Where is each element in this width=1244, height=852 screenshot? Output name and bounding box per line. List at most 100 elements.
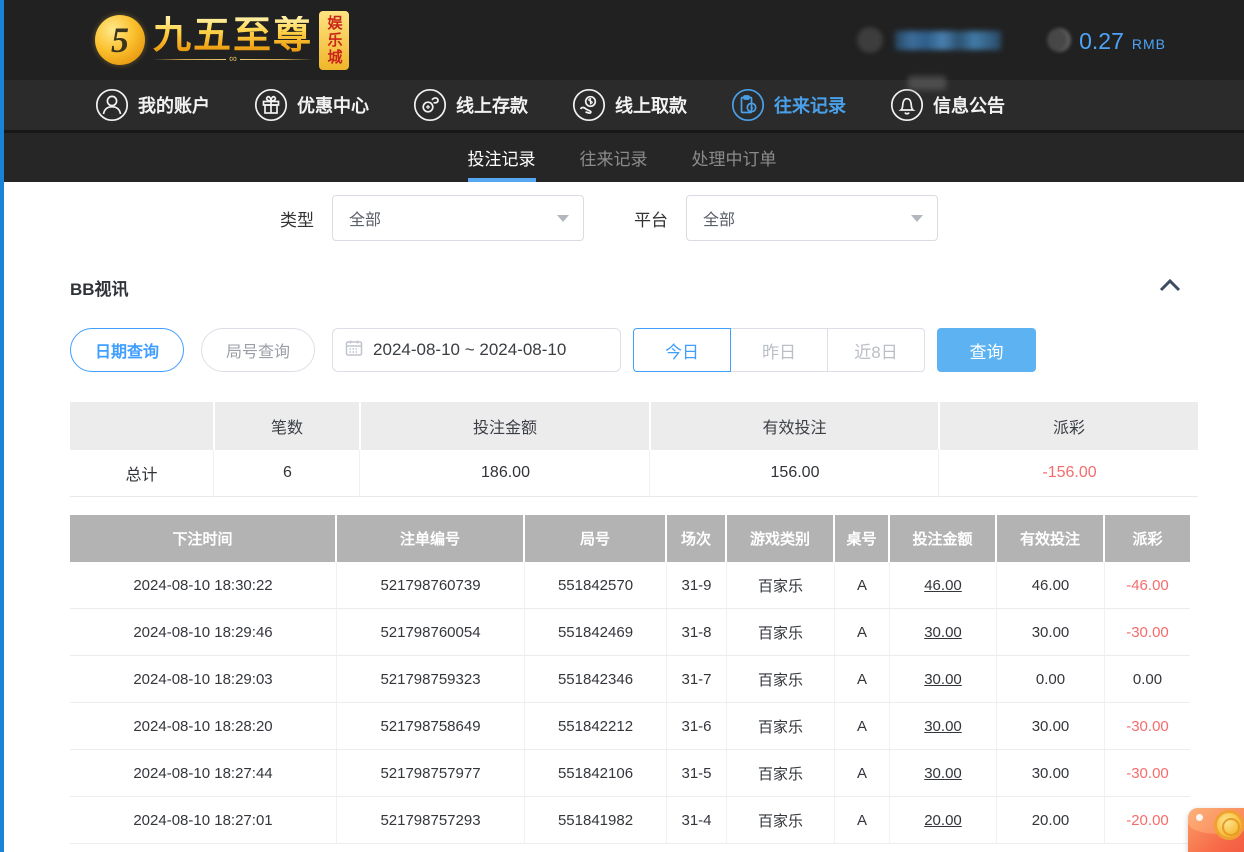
col-header-game-type: 游戏类别 — [727, 515, 835, 562]
avatar-icon — [857, 27, 883, 53]
date-range-input[interactable]: 2024-08-10 ~ 2024-08-10 — [332, 328, 621, 372]
cell-table-no: A — [835, 562, 890, 608]
tab-transaction-records[interactable]: 往来记录 — [580, 133, 648, 182]
summary-table: 笔数 投注金额 有效投注 派彩 总计 6 186.00 156.00 -156.… — [70, 402, 1190, 497]
summary-header-blank — [70, 402, 213, 450]
table-row: 2024-08-10 18:27:44 521798757977 5518421… — [70, 750, 1190, 797]
nav-item-announcements[interactable]: 信息公告 — [890, 88, 1005, 122]
cell-payout: -46.00 — [1105, 562, 1190, 608]
cell-session: 31-7 — [667, 656, 727, 702]
cell-valid-bet: 46.00 — [997, 562, 1105, 608]
username-censored — [857, 27, 1001, 53]
col-header-payout: 派彩 — [1105, 515, 1190, 562]
bet-records-table: 下注时间 注单编号 局号 场次 游戏类别 桌号 投注金额 有效投注 派彩 202… — [70, 515, 1190, 844]
nav-item-my-account[interactable]: 我的账户 — [95, 88, 210, 122]
yesterday-button[interactable]: 昨日 — [730, 328, 828, 372]
cell-order-no: 521798759323 — [337, 656, 525, 702]
round-query-button[interactable]: 局号查询 — [201, 328, 315, 372]
cell-bet-time: 2024-08-10 18:29:46 — [70, 609, 337, 655]
type-filter-select[interactable]: 全部 — [332, 195, 584, 241]
top-header: 5 九五至尊 ∞ 娱乐城 0.27 RMB — [0, 0, 1244, 80]
today-button[interactable]: 今日 — [633, 328, 731, 372]
search-button[interactable]: 查询 — [937, 328, 1036, 372]
cell-table-no: A — [835, 797, 890, 843]
nav-item-promotions[interactable]: 优惠中心 — [254, 88, 369, 122]
gift-icon — [254, 88, 288, 122]
cell-bet-amount-link[interactable]: 30.00 — [890, 656, 997, 702]
cell-bet-amount-link[interactable]: 46.00 — [890, 562, 997, 608]
cell-valid-bet: 20.00 — [997, 797, 1105, 843]
cell-bet-amount-link[interactable]: 30.00 — [890, 609, 997, 655]
cell-order-no: 521798758649 — [337, 703, 525, 749]
nav-label: 优惠中心 — [297, 92, 369, 118]
red-envelope-float[interactable] — [1188, 808, 1244, 852]
summary-total-label: 总计 — [70, 450, 213, 497]
cell-session: 31-4 — [667, 797, 727, 843]
cell-round-no: 551842570 — [525, 562, 667, 608]
type-filter-label: 类型 — [280, 206, 314, 231]
balance-currency: RMB — [1132, 36, 1166, 52]
chevron-down-icon — [557, 215, 569, 222]
cell-valid-bet: 0.00 — [997, 656, 1105, 702]
cell-order-no: 521798757977 — [337, 750, 525, 796]
col-header-valid-bet: 有效投注 — [997, 515, 1105, 562]
cell-order-no: 521798757293 — [337, 797, 525, 843]
nav-label: 线上取款 — [615, 92, 687, 118]
cell-game-type: 百家乐 — [727, 609, 835, 655]
bet-table-body: 2024-08-10 18:30:22 521798760739 5518425… — [70, 562, 1190, 844]
cell-table-no: A — [835, 703, 890, 749]
tab-pending-orders[interactable]: 处理中订单 — [692, 133, 777, 182]
cell-order-no: 521798760739 — [337, 562, 525, 608]
quick-date-group: 今日 昨日 近8日 — [633, 328, 925, 372]
summary-header-payout: 派彩 — [940, 402, 1198, 450]
platform-filter-value: 全部 — [703, 206, 735, 230]
cell-session: 31-8 — [667, 609, 727, 655]
cell-bet-time: 2024-08-10 18:28:20 — [70, 703, 337, 749]
cell-payout: -30.00 — [1105, 609, 1190, 655]
cell-round-no: 551842106 — [525, 750, 667, 796]
cell-table-no: A — [835, 609, 890, 655]
last-8-days-button[interactable]: 近8日 — [827, 328, 925, 372]
chevron-up-icon[interactable] — [1158, 277, 1182, 298]
col-header-bet-amount: 投注金额 — [890, 515, 997, 562]
platform-filter-select[interactable]: 全部 — [686, 195, 938, 241]
nav-item-deposit[interactable]: 线上存款 — [413, 88, 528, 122]
summary-header-valid-bet: 有效投注 — [651, 402, 938, 450]
logo-coin-icon: 5 — [95, 15, 145, 65]
cell-round-no: 551842212 — [525, 703, 667, 749]
table-row: 2024-08-10 18:29:46 521798760054 5518424… — [70, 609, 1190, 656]
cell-game-type: 百家乐 — [727, 562, 835, 608]
cell-game-type: 百家乐 — [727, 797, 835, 843]
summary-count: 6 — [213, 450, 359, 497]
cell-payout: -30.00 — [1105, 703, 1190, 749]
nav-item-transaction-records[interactable]: 往来记录 — [731, 88, 846, 122]
nav-item-withdraw[interactable]: 线上取款 — [572, 88, 687, 122]
cell-valid-bet: 30.00 — [997, 609, 1105, 655]
deposit-coin-icon — [413, 88, 447, 122]
date-query-button[interactable]: 日期查询 — [70, 328, 184, 372]
query-bar: 日期查询 局号查询 2024-08-10 ~ 2024-08-10 今日 昨日 … — [70, 328, 1190, 372]
col-header-session: 场次 — [667, 515, 727, 562]
col-header-order-no: 注单编号 — [337, 515, 525, 562]
bell-icon — [890, 88, 924, 122]
platform-filter-label: 平台 — [634, 206, 668, 231]
cell-session: 31-9 — [667, 562, 727, 608]
col-header-table-no: 桌号 — [835, 515, 890, 562]
cell-bet-time: 2024-08-10 18:30:22 — [70, 562, 337, 608]
cell-order-no: 521798760054 — [337, 609, 525, 655]
cell-bet-amount-link[interactable]: 30.00 — [890, 703, 997, 749]
cell-bet-amount-link[interactable]: 30.00 — [890, 750, 997, 796]
tab-bet-records[interactable]: 投注记录 — [468, 133, 536, 182]
cell-bet-amount-link[interactable]: 20.00 — [890, 797, 997, 843]
cell-payout: -30.00 — [1105, 750, 1190, 796]
nav-label: 线上存款 — [456, 92, 528, 118]
balance-display: 0.27 RMB — [1047, 25, 1166, 55]
brand-sub-badge: 娱乐城 — [319, 11, 349, 70]
gold-coin-icon — [1214, 810, 1244, 840]
nav-label: 往来记录 — [774, 92, 846, 118]
cell-payout: 0.00 — [1105, 656, 1190, 702]
site-logo[interactable]: 5 九五至尊 ∞ 娱乐城 — [95, 11, 349, 70]
table-row: 2024-08-10 18:28:20 521798758649 5518422… — [70, 703, 1190, 750]
cell-valid-bet: 30.00 — [997, 750, 1105, 796]
username-blur — [895, 31, 1001, 50]
